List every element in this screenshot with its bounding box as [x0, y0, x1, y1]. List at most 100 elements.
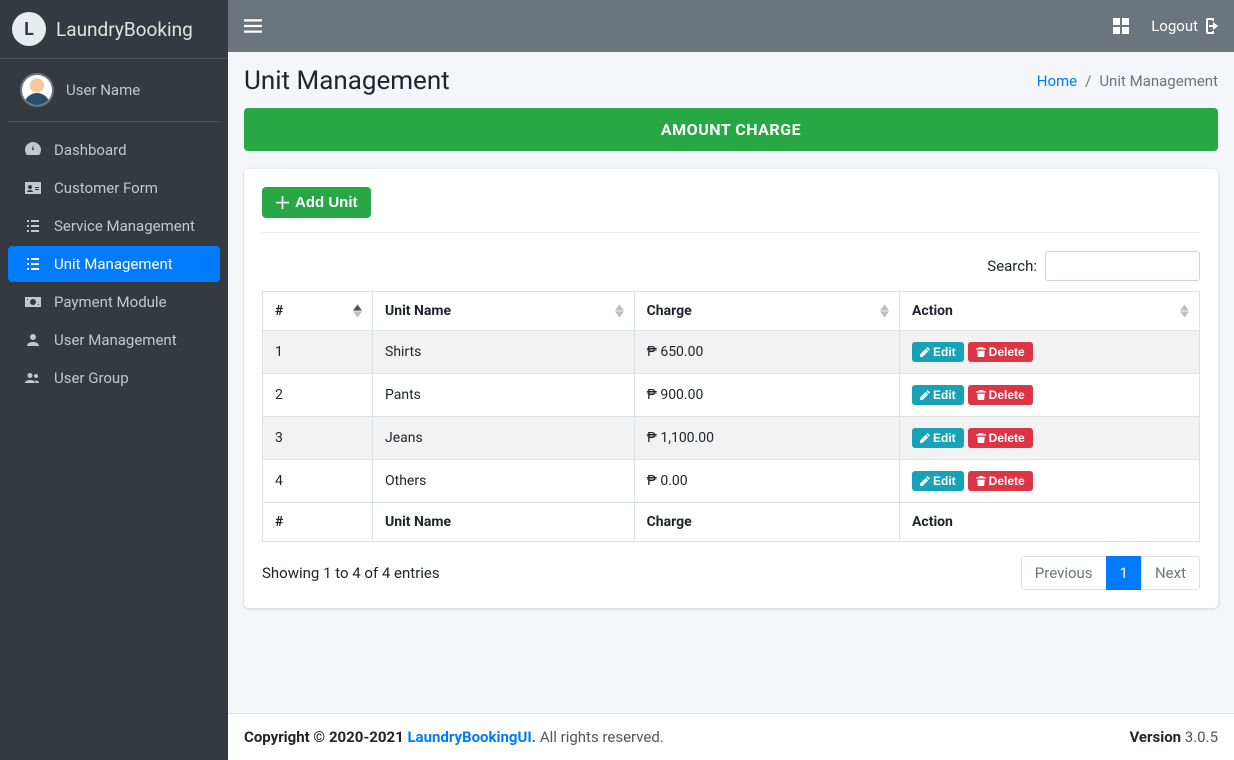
cell-unit-name: Pants — [373, 374, 635, 417]
footer: Copyright © 2020-2021 LaundryBookingUI. … — [228, 713, 1234, 760]
cell-action: EditDelete — [900, 331, 1200, 374]
delete-button[interactable]: Delete — [968, 342, 1033, 362]
sidebar-item-customer-form[interactable]: Customer Form — [8, 170, 220, 206]
col-action[interactable]: Action — [900, 292, 1200, 331]
sidebar-item-label: User Group — [54, 369, 129, 387]
pagination-page-1[interactable]: 1 — [1107, 557, 1141, 589]
cell-charge: ₱ 650.00 — [634, 331, 899, 374]
pencil-icon — [920, 476, 930, 486]
menu-toggle-button[interactable] — [244, 17, 262, 35]
trash-icon — [976, 433, 986, 443]
sidebar: L LaundryBooking User Name Dashboard Cust… — [0, 0, 228, 760]
foot-unit-name: Unit Name — [373, 503, 635, 542]
add-unit-button[interactable]: Add Unit — [262, 187, 371, 218]
trash-icon — [976, 390, 986, 400]
pagination-next[interactable]: Next — [1142, 557, 1199, 589]
sort-icon — [880, 304, 889, 318]
table-info: Showing 1 to 4 of 4 entries — [262, 564, 440, 582]
user-icon — [22, 332, 44, 348]
cell-action: EditDelete — [900, 417, 1200, 460]
cell-unit-name: Shirts — [373, 331, 635, 374]
brand-name: LaundryBooking — [56, 18, 193, 41]
table-row: 4Others₱ 0.00EditDelete — [263, 460, 1200, 503]
signout-icon — [1202, 18, 1218, 34]
pagination: Previous 1 Next — [1022, 556, 1200, 590]
sidebar-item-dashboard[interactable]: Dashboard — [8, 132, 220, 168]
sidebar-item-user-group[interactable]: User Group — [8, 360, 220, 396]
pencil-icon — [920, 390, 930, 400]
sort-icon — [353, 304, 362, 318]
cell-action: EditDelete — [900, 374, 1200, 417]
pagination-previous[interactable]: Previous — [1022, 557, 1106, 589]
col-num[interactable]: # — [263, 292, 373, 331]
table-row: 2Pants₱ 900.00EditDelete — [263, 374, 1200, 417]
edit-button[interactable]: Edit — [912, 471, 964, 491]
edit-button[interactable]: Edit — [912, 342, 964, 362]
version-number: 3.0.5 — [1181, 728, 1218, 746]
sidebar-item-label: Unit Management — [54, 255, 173, 273]
cell-charge: ₱ 0.00 — [634, 460, 899, 503]
delete-button[interactable]: Delete — [968, 428, 1033, 448]
foot-action: Action — [900, 503, 1200, 542]
sidebar-item-unit-management[interactable]: Unit Management — [8, 246, 220, 282]
cell-charge: ₱ 1,100.00 — [634, 417, 899, 460]
breadcrumb-current: Unit Management — [1077, 72, 1218, 90]
trash-icon — [976, 476, 986, 486]
sidebar-item-label: User Management — [54, 331, 177, 349]
sidebar-item-service-management[interactable]: Service Management — [8, 208, 220, 244]
sidebar-item-label: Service Management — [54, 217, 195, 235]
plus-icon — [276, 196, 289, 209]
table-row: 1Shirts₱ 650.00EditDelete — [263, 331, 1200, 374]
foot-num: # — [263, 503, 373, 542]
sidebar-item-payment-module[interactable]: Payment Module — [8, 284, 220, 320]
breadcrumb-home[interactable]: Home — [1037, 72, 1077, 90]
banner: AMOUNT CHARGE — [244, 108, 1218, 151]
sort-icon — [1180, 304, 1189, 318]
money-icon — [22, 294, 44, 310]
sidebar-item-user-management[interactable]: User Management — [8, 322, 220, 358]
card: Add Unit Search: # Unit Name Charge — [244, 169, 1218, 608]
sort-icon — [615, 304, 624, 318]
table-row: 3Jeans₱ 1,100.00EditDelete — [263, 417, 1200, 460]
id-card-icon — [22, 180, 44, 196]
sidebar-item-label: Payment Module — [54, 293, 167, 311]
cell-num: 1 — [263, 331, 373, 374]
edit-button[interactable]: Edit — [912, 428, 964, 448]
cell-num: 4 — [263, 460, 373, 503]
search-label: Search: — [987, 251, 1200, 281]
delete-button[interactable]: Delete — [968, 385, 1033, 405]
breadcrumb: Home Unit Management — [1037, 72, 1218, 90]
trash-icon — [976, 347, 986, 357]
foot-charge: Charge — [634, 503, 899, 542]
version-label: Version — [1129, 728, 1181, 746]
footer-brand-link[interactable]: LaundryBookingUI. — [407, 728, 536, 746]
topbar: Logout — [228, 0, 1234, 52]
brand[interactable]: L LaundryBooking — [0, 0, 228, 59]
logout-label: Logout — [1151, 17, 1198, 35]
search-input[interactable] — [1045, 251, 1200, 281]
cell-charge: ₱ 900.00 — [634, 374, 899, 417]
pencil-icon — [920, 347, 930, 357]
users-icon — [22, 370, 44, 386]
user-panel: User Name — [8, 59, 220, 122]
pencil-icon — [920, 433, 930, 443]
cell-action: EditDelete — [900, 460, 1200, 503]
cell-num: 2 — [263, 374, 373, 417]
brand-logo: L — [12, 12, 46, 46]
cell-num: 3 — [263, 417, 373, 460]
grid-icon[interactable] — [1113, 18, 1129, 34]
sidebar-item-label: Customer Form — [54, 179, 158, 197]
edit-button[interactable]: Edit — [912, 385, 964, 405]
nav-menu: Dashboard Customer Form Service Management… — [0, 132, 228, 398]
list-icon — [22, 218, 44, 234]
cell-unit-name: Jeans — [373, 417, 635, 460]
user-name[interactable]: User Name — [66, 81, 140, 99]
logout-button[interactable]: Logout — [1151, 17, 1218, 35]
avatar[interactable] — [20, 73, 54, 107]
cell-unit-name: Others — [373, 460, 635, 503]
dashboard-icon — [22, 142, 44, 158]
delete-button[interactable]: Delete — [968, 471, 1033, 491]
col-charge[interactable]: Charge — [634, 292, 899, 331]
list-icon — [22, 256, 44, 272]
col-unit-name[interactable]: Unit Name — [373, 292, 635, 331]
